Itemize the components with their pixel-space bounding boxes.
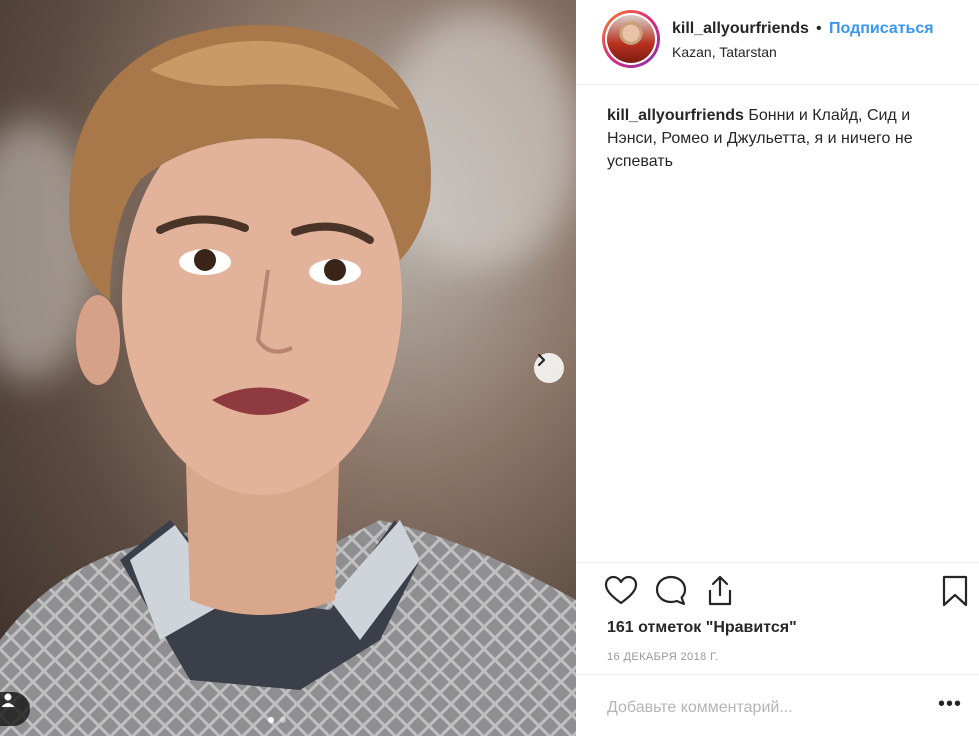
avatar-ring xyxy=(605,13,657,65)
avatar[interactable] xyxy=(602,10,660,68)
next-photo-button[interactable] xyxy=(534,353,564,383)
follow-button[interactable]: Подписаться xyxy=(829,20,934,38)
more-options-button[interactable]: ••• xyxy=(938,693,962,716)
post-photo[interactable] xyxy=(0,0,576,736)
caption: kill_allyourfriends Бонни и Клайд, Сид и… xyxy=(607,104,947,173)
post-side-panel: kill_allyourfriends • Подписаться Kazan,… xyxy=(576,0,979,736)
user-tag-icon xyxy=(1,693,15,707)
actions-section: 161 отметок "Нравится" 16 ДЕКАБРЯ 2018 Г… xyxy=(576,562,979,675)
avatar-image xyxy=(607,15,655,63)
portrait-illustration xyxy=(0,25,576,736)
share-icon[interactable] xyxy=(703,574,737,608)
comment-bubble-icon[interactable] xyxy=(654,574,688,608)
bookmark-icon[interactable] xyxy=(938,574,972,608)
caption-username-link[interactable]: kill_allyourfriends xyxy=(607,107,744,124)
comment-input[interactable] xyxy=(607,697,907,719)
post-header: kill_allyourfriends • Подписаться Kazan,… xyxy=(576,0,979,85)
chevron-right-icon xyxy=(537,353,546,367)
username-link[interactable]: kill_allyourfriends xyxy=(672,20,809,38)
location-link[interactable]: Kazan, Tatarstan xyxy=(672,44,777,60)
comment-section: ••• xyxy=(576,674,979,737)
separator-bullet: • xyxy=(816,20,822,37)
post-date: 16 ДЕКАБРЯ 2018 Г. xyxy=(607,651,719,663)
likes-count[interactable]: 161 отметок "Нравится" xyxy=(607,619,797,637)
heart-icon[interactable] xyxy=(604,574,638,608)
carousel-dot-active xyxy=(268,717,274,723)
carousel-dot xyxy=(280,717,286,723)
